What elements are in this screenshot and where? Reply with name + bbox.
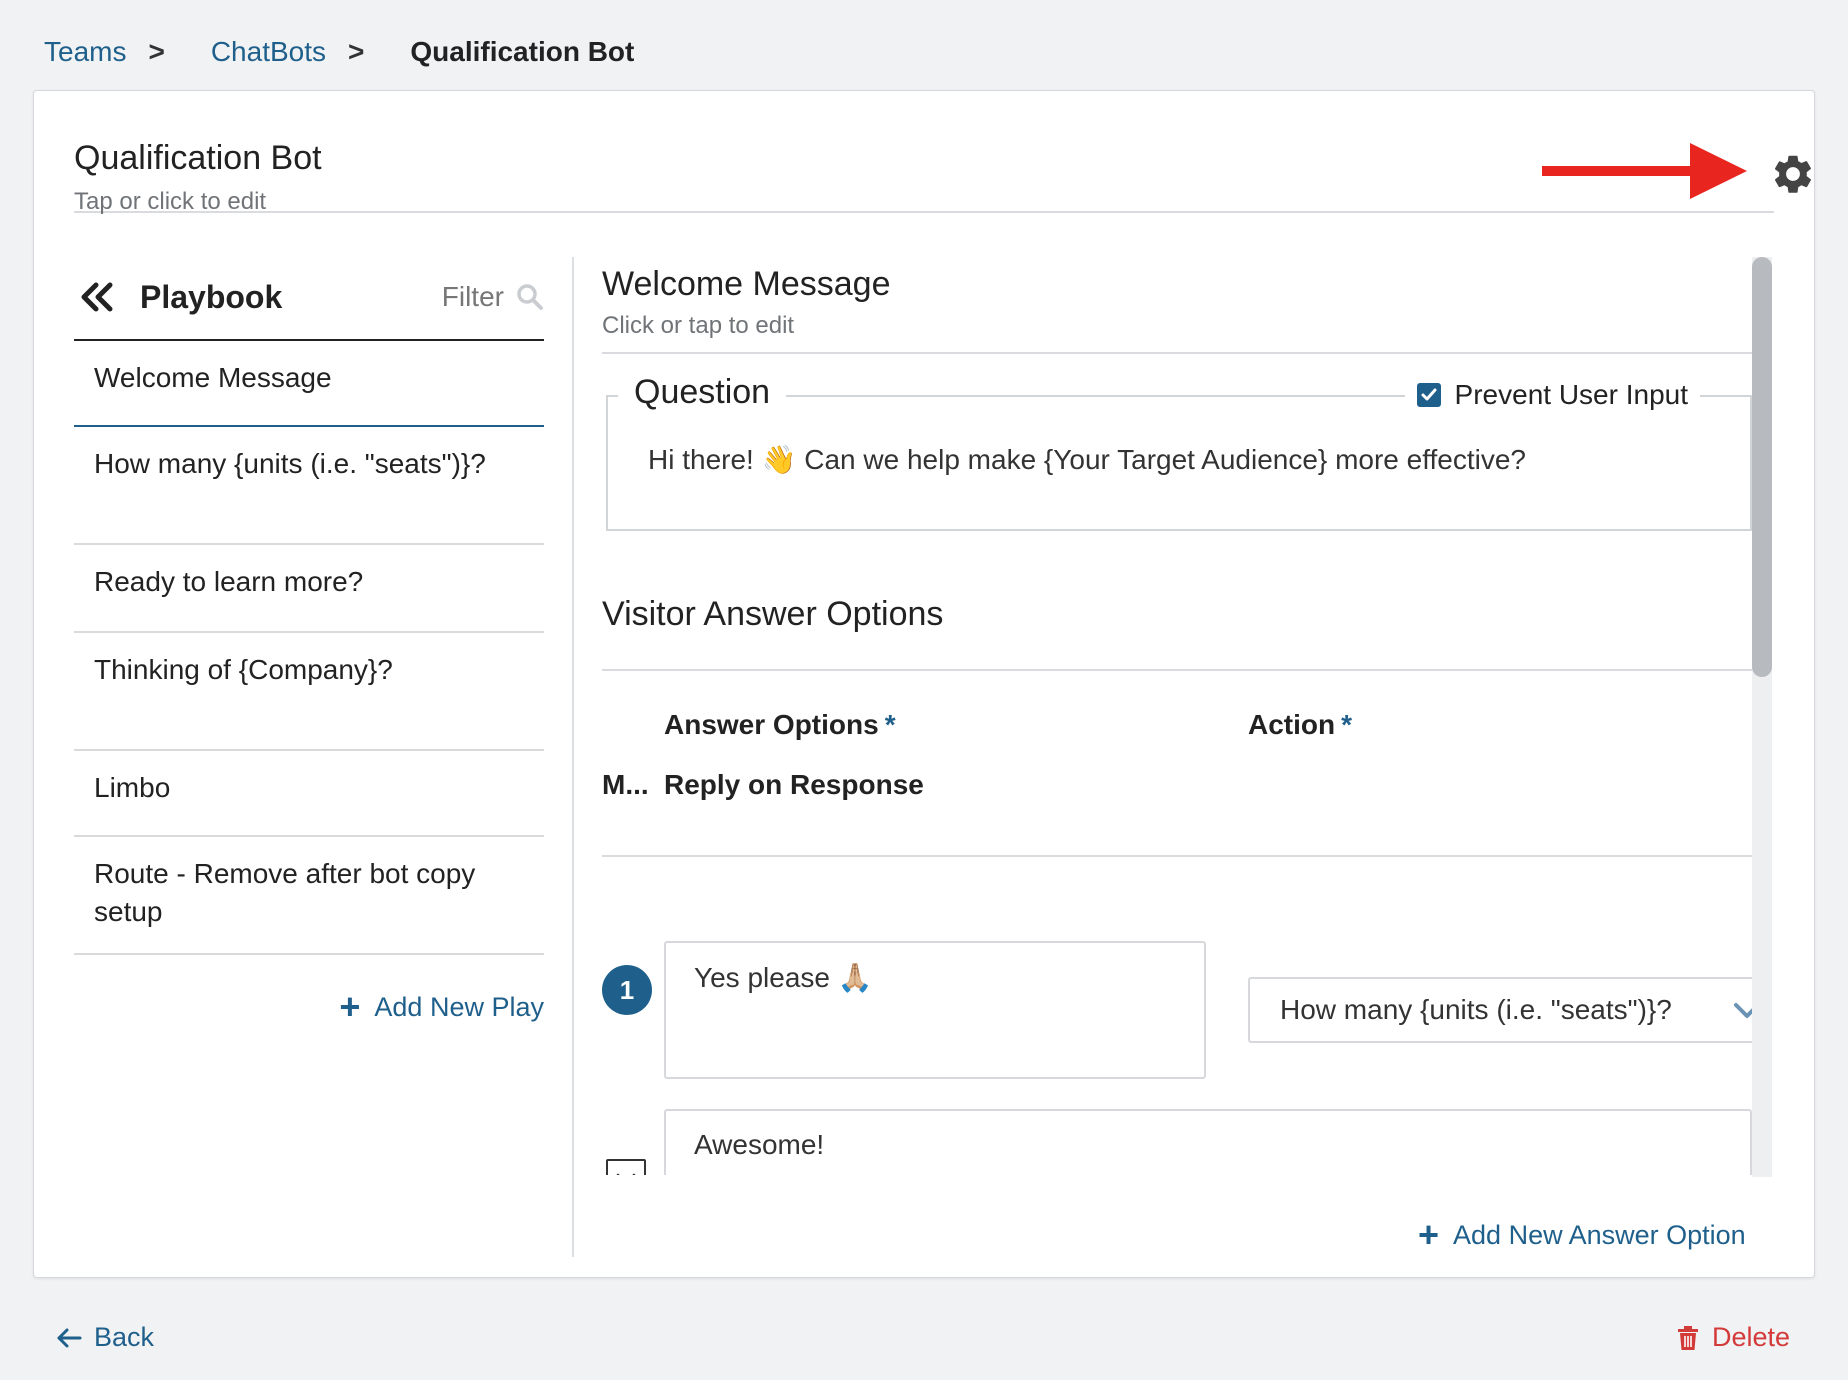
answer-options-title: Visitor Answer Options — [602, 595, 944, 633]
breadcrumb-chatbots[interactable]: ChatBots — [211, 36, 326, 68]
row-prefix: M... — [602, 769, 649, 800]
reply-on-response-label: Reply on Response — [664, 769, 924, 800]
bot-editor-card: Qualification Bot Tap or click to edit P… — [33, 90, 1815, 1278]
back-label: Back — [94, 1322, 155, 1352]
plus-icon: + — [339, 986, 361, 1027]
double-chevron-left-icon[interactable] — [78, 277, 118, 317]
breadcrumb-teams[interactable]: Teams — [44, 36, 126, 68]
divider — [602, 855, 1752, 857]
action-select-value: How many {units (i.e. "seats")}? — [1280, 994, 1672, 1025]
reply-response-input[interactable]: Awesome! — [664, 1109, 1752, 1175]
question-label: Question — [618, 373, 787, 412]
play-item-thinking-of-company[interactable]: Thinking of {Company}? — [74, 633, 544, 751]
breadcrumb-separator: > — [348, 36, 365, 67]
play-item-route[interactable]: Route - Remove after bot copy setup — [74, 837, 544, 955]
search-icon — [517, 284, 543, 310]
annotation-arrow-icon — [1542, 143, 1747, 199]
filter-button[interactable]: Filter — [442, 281, 544, 313]
prevent-user-input-toggle[interactable]: Prevent User Input — [1404, 379, 1700, 411]
answer-options-header-label: Answer Options — [664, 709, 879, 740]
filter-label: Filter — [441, 281, 504, 312]
option-number-badge: 1 — [602, 965, 652, 1015]
prevent-user-input-checkbox[interactable] — [1416, 383, 1441, 407]
play-item-welcome-message[interactable]: Welcome Message — [74, 341, 544, 427]
question-text[interactable]: Hi there! 👋 Can we help make {Your Targe… — [648, 443, 1526, 476]
divider — [602, 669, 1752, 671]
prevent-user-input-label: Prevent User Input — [1454, 379, 1688, 410]
action-select[interactable]: How many {units (i.e. "seats")}? — [1248, 977, 1760, 1043]
playbook-panel: Playbook Filter Welcome Message How many… — [74, 255, 544, 1255]
breadcrumb: Teams > ChatBots > Qualification Bot — [44, 36, 634, 68]
action-column-header: Action * — [1248, 709, 1352, 741]
add-new-answer-option-button[interactable]: + Add New Answer Option — [1418, 1217, 1746, 1253]
bot-title[interactable]: Qualification Bot — [74, 139, 1774, 178]
question-fieldset: Question Prevent User Input Hi there! 👋 … — [606, 373, 1752, 531]
arrow-left-icon — [57, 1328, 82, 1347]
chevron-down-icon — [616, 1173, 636, 1175]
panel-divider — [572, 257, 574, 1257]
checkmark-icon — [1421, 388, 1437, 401]
message-title[interactable]: Welcome Message — [602, 265, 1760, 304]
trash-icon — [1678, 1325, 1698, 1350]
answer-options-column-header: Answer Options * — [664, 709, 896, 741]
message-editor: Welcome Message Click or tap to edit Que… — [602, 255, 1760, 1175]
action-header-label: Action — [1248, 709, 1336, 740]
required-mark: * — [884, 709, 896, 740]
scrollbar[interactable] — [1752, 257, 1772, 1177]
bot-subtitle: Tap or click to edit — [74, 188, 267, 215]
playbook-title: Playbook — [140, 278, 283, 315]
play-item-how-many-units[interactable]: How many {units (i.e. "seats")}? — [74, 427, 544, 545]
back-button[interactable]: Back — [56, 1322, 154, 1353]
play-item-limbo[interactable]: Limbo — [74, 751, 544, 837]
scrollbar-thumb[interactable] — [1752, 257, 1772, 677]
message-subtitle: Click or tap to edit — [602, 312, 795, 339]
playbook-header: Playbook Filter — [74, 255, 544, 341]
add-new-play-label: Add New Play — [374, 991, 544, 1022]
bot-header: Qualification Bot Tap or click to edit — [74, 139, 1811, 215]
delete-button[interactable]: Delete — [1676, 1322, 1790, 1353]
gear-icon[interactable] — [1770, 151, 1816, 197]
answer-option-input[interactable]: Yes please 🙏🏼 — [664, 941, 1206, 1079]
add-answer-option-label: Add New Answer Option — [1453, 1219, 1746, 1250]
delete-label: Delete — [1712, 1322, 1791, 1352]
plus-icon: + — [1418, 1214, 1440, 1255]
expand-reply-button[interactable] — [606, 1159, 646, 1175]
divider — [602, 352, 1752, 354]
breadcrumb-current: Qualification Bot — [410, 36, 635, 67]
required-mark: * — [1341, 709, 1353, 740]
breadcrumb-separator: > — [148, 36, 165, 67]
play-item-ready-to-learn[interactable]: Ready to learn more? — [74, 545, 544, 633]
add-new-play-button[interactable]: + Add New Play — [74, 989, 544, 1025]
